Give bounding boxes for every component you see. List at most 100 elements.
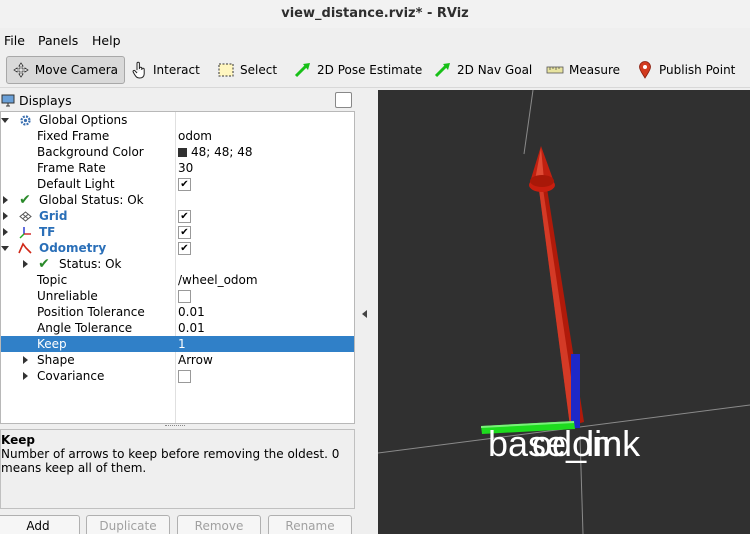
tree-row-frame-rate[interactable]: Frame Rate 30 (1, 160, 354, 176)
tree-row-unreliable[interactable]: Unreliable (1, 288, 354, 304)
keep-value[interactable]: 1 (178, 336, 186, 352)
collapse-arrow-icon[interactable] (1, 246, 9, 251)
tree-row-grid[interactable]: Grid ✔ (1, 208, 354, 224)
check-icon: ✔ (19, 192, 31, 208)
expand-arrow-icon[interactable] (23, 372, 28, 380)
menu-help[interactable]: Help (92, 33, 121, 48)
move-camera-label: Move Camera (34, 63, 118, 77)
green-arrow-icon (294, 61, 312, 79)
check-icon: ✔ (38, 256, 50, 272)
tree-row-angle-tolerance[interactable]: Angle Tolerance 0.01 (1, 320, 354, 336)
select-tool[interactable]: Select (217, 56, 277, 84)
covariance-checkbox[interactable] (178, 370, 191, 383)
nav-goal-label: 2D Nav Goal (457, 63, 533, 77)
add-display-button[interactable]: Add (0, 515, 80, 534)
fixed-frame-value[interactable]: odom (178, 128, 212, 144)
tree-row-label: Shape (37, 353, 75, 367)
nav-goal-tool[interactable]: 2D Nav Goal (434, 56, 532, 84)
tree-row-label: Keep (37, 337, 67, 351)
background-color-value[interactable]: 48; 48; 48 (178, 144, 253, 160)
move-camera-tool[interactable]: Move Camera (6, 56, 125, 84)
expand-arrow-icon[interactable] (3, 212, 8, 220)
measure-label: Measure (569, 63, 620, 77)
publish-point-tool[interactable]: Publish Point (636, 56, 735, 84)
menu-panels[interactable]: Panels (38, 33, 78, 48)
interact-label: Interact (153, 63, 200, 77)
tree-row-label: Global Options (39, 113, 128, 127)
tree-row-odometry[interactable]: Odometry ✔ (1, 240, 354, 256)
collapse-arrow-icon[interactable] (1, 118, 9, 123)
tree-row-default-light[interactable]: Default Light ✔ (1, 176, 354, 192)
publish-point-label: Publish Point (659, 63, 736, 77)
angle-tolerance-value[interactable]: 0.01 (178, 320, 205, 336)
interact-tool[interactable]: Interact (130, 56, 200, 84)
tree-row-label: Fixed Frame (37, 129, 110, 143)
frame-rate-value[interactable]: 30 (178, 160, 193, 176)
odometry-enabled-checkbox[interactable]: ✔ (178, 242, 191, 255)
tree-row-topic[interactable]: Topic /wheel_odom (1, 272, 354, 288)
panel-splitter[interactable] (165, 425, 185, 428)
expand-arrow-icon[interactable] (3, 228, 8, 236)
tf-axes-icon (18, 225, 32, 239)
tree-row-label: Grid (39, 209, 68, 223)
move-camera-icon (13, 61, 30, 79)
window-title: view_distance.rviz* - RViz (0, 0, 750, 28)
map-pin-icon (636, 61, 654, 79)
odometry-icon (18, 241, 32, 255)
tf-enabled-checkbox[interactable]: ✔ (178, 226, 191, 239)
menu-bar: File Panels Help (0, 30, 750, 51)
expand-arrow-icon[interactable] (3, 196, 8, 204)
tree-row-label: Topic (37, 273, 68, 287)
grid-enabled-checkbox[interactable]: ✔ (178, 210, 191, 223)
remove-display-button[interactable]: Remove (177, 515, 261, 534)
grid-icon (18, 209, 32, 223)
shape-value[interactable]: Arrow (178, 352, 213, 368)
menu-file[interactable]: File (4, 33, 25, 48)
duplicate-display-button[interactable]: Duplicate (86, 515, 170, 534)
tree-row-label: Global Status: Ok (39, 193, 144, 207)
pose-estimate-label: 2D Pose Estimate (317, 63, 423, 77)
displays-panel-title: Displays (19, 93, 72, 108)
tool-bar: Move Camera Interact Select 2D Pose Esti… (0, 52, 750, 88)
property-help-box: Keep Number of arrows to keep before rem… (0, 429, 355, 509)
default-light-checkbox[interactable]: ✔ (178, 178, 191, 191)
select-box-icon (217, 61, 235, 79)
rename-display-button[interactable]: Rename (268, 515, 352, 534)
scene-3d: base_link odom (378, 90, 750, 534)
hand-pointer-icon (130, 61, 148, 79)
tree-row-keep[interactable]: Keep 1 (1, 336, 354, 352)
help-title: Keep (1, 433, 35, 447)
tree-row-label: TF (39, 225, 56, 239)
measure-tool[interactable]: Measure (546, 56, 620, 84)
displays-tree: Global Options Fixed Frame odom Backgrou… (0, 111, 355, 424)
tree-row-covariance[interactable]: Covariance (1, 368, 354, 384)
gear-icon (18, 113, 32, 127)
collapse-panel-handle-icon[interactable] (362, 310, 367, 318)
monitor-icon (1, 94, 15, 110)
tree-row-tf[interactable]: TF ✔ (1, 224, 354, 240)
tree-row-odometry-status[interactable]: ✔ Status: Ok (1, 256, 354, 272)
help-text: Number of arrows to keep before removing… (1, 447, 340, 475)
tree-row-position-tolerance[interactable]: Position Tolerance 0.01 (1, 304, 354, 320)
tree-row-global-options[interactable]: Global Options (1, 112, 354, 128)
undock-panel-button[interactable] (335, 92, 352, 108)
unreliable-checkbox[interactable] (178, 290, 191, 303)
position-tolerance-value[interactable]: 0.01 (178, 304, 205, 320)
expand-arrow-icon[interactable] (23, 356, 28, 364)
green-arrow-icon (434, 61, 452, 79)
tree-row-label: Position Tolerance (37, 305, 145, 319)
tree-row-fixed-frame[interactable]: Fixed Frame odom (1, 128, 354, 144)
topic-value[interactable]: /wheel_odom (178, 272, 258, 288)
tree-row-shape[interactable]: Shape Arrow (1, 352, 354, 368)
tree-row-label: Covariance (37, 369, 105, 383)
tree-row-background-color[interactable]: Background Color 48; 48; 48 (1, 144, 354, 160)
render-viewport[interactable]: base_link odom (378, 90, 750, 534)
ruler-icon (546, 61, 564, 79)
tree-row-label: Unreliable (37, 289, 98, 303)
expand-arrow-icon[interactable] (23, 260, 28, 268)
tree-row-global-status[interactable]: ✔ Global Status: Ok (1, 192, 354, 208)
tree-row-label: Odometry (39, 241, 107, 255)
pose-estimate-tool[interactable]: 2D Pose Estimate (294, 56, 422, 84)
tree-row-label: Frame Rate (37, 161, 106, 175)
tf-frame-label: odom (532, 423, 622, 464)
